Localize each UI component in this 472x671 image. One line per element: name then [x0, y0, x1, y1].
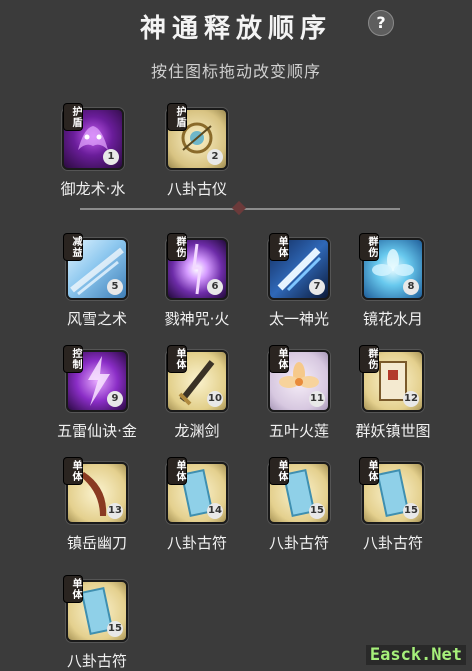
skill-tag: 单体 [168, 458, 186, 484]
divider-marker [231, 200, 247, 216]
skill-slot-1[interactable]: 1 护盾 御龙术·水 [38, 104, 148, 199]
skill-slot-5[interactable]: 5 减益 风雪之术 [42, 234, 152, 329]
skill-tag: 单体 [64, 576, 82, 602]
skill-name: 八卦古符 [166, 534, 227, 552]
order-number: 11 [309, 391, 325, 407]
order-number: 14 [207, 503, 223, 519]
skill-slot-10[interactable]: 10 单体 龙渊剑 [142, 346, 252, 441]
skill-tag: 群伤 [360, 346, 378, 372]
order-number: 15 [107, 621, 123, 637]
page-title: 神通释放顺序 [139, 14, 332, 44]
skill-name: 龙渊剑 [174, 422, 220, 440]
skill-name: 御龙术·水 [60, 180, 126, 198]
order-number: 5 [107, 279, 123, 295]
order-number: 15 [403, 503, 419, 519]
order-number: 8 [403, 279, 419, 295]
skill-name: 八卦古符 [66, 652, 127, 670]
order-number: 12 [403, 391, 419, 407]
skill-name: 镇岳幽刀 [66, 534, 127, 552]
skill-name: 八卦古符 [362, 534, 423, 552]
skill-slot-13[interactable]: 13 单体 镇岳幽刀 [42, 458, 152, 553]
skill-slot-14[interactable]: 14 单体 八卦古符 [142, 458, 252, 553]
skill-tag: 群伤 [360, 234, 378, 260]
skill-tag: 单体 [270, 234, 288, 260]
skill-name: 戮神咒·火 [164, 310, 230, 328]
order-number: 9 [107, 391, 123, 407]
order-number: 13 [107, 503, 123, 519]
skill-slot-9[interactable]: 9 控制 五雷仙诀·金 [42, 346, 152, 441]
skill-slot-12[interactable]: 12 群伤 群妖镇世图 [338, 346, 448, 441]
order-number: 15 [309, 503, 325, 519]
skill-tag: 单体 [168, 346, 186, 372]
skill-name: 风雪之术 [66, 310, 127, 328]
skill-name: 八卦古仪 [166, 180, 227, 198]
skill-slot-2[interactable]: 2 护盾 八卦古仪 [142, 104, 252, 199]
skill-slot-8[interactable]: 8 群伤 镜花水月 [338, 234, 448, 329]
order-number: 6 [207, 279, 223, 295]
skill-tag: 单体 [270, 346, 288, 372]
order-number: 10 [207, 391, 223, 407]
help-button[interactable]: ? [368, 10, 394, 36]
skill-tag: 单体 [64, 458, 82, 484]
skill-tag: 减益 [64, 234, 82, 260]
skill-name: 五雷仙诀·金 [57, 422, 137, 440]
skill-slot-15c[interactable]: 15 单体 八卦古符 [42, 576, 152, 671]
watermark: Easck.Net [365, 645, 466, 665]
skill-name: 群妖镇世图 [355, 422, 431, 440]
skill-slot-15b[interactable]: 15 单体 八卦古符 [338, 458, 448, 553]
skill-tag: 护盾 [64, 104, 82, 130]
skill-tag: 单体 [270, 458, 288, 484]
skill-tag: 控制 [64, 346, 82, 372]
skill-tag: 护盾 [168, 104, 186, 130]
skill-slot-6[interactable]: 6 群伤 戮神咒·火 [142, 234, 252, 329]
skill-name: 镜花水月 [362, 310, 423, 328]
page-subtitle: 按住图标拖动改变顺序 [150, 62, 321, 81]
order-number: 1 [103, 149, 119, 165]
skill-tag: 群伤 [168, 234, 186, 260]
order-number: 7 [309, 279, 325, 295]
skill-tag: 单体 [360, 458, 378, 484]
order-number: 2 [207, 149, 223, 165]
